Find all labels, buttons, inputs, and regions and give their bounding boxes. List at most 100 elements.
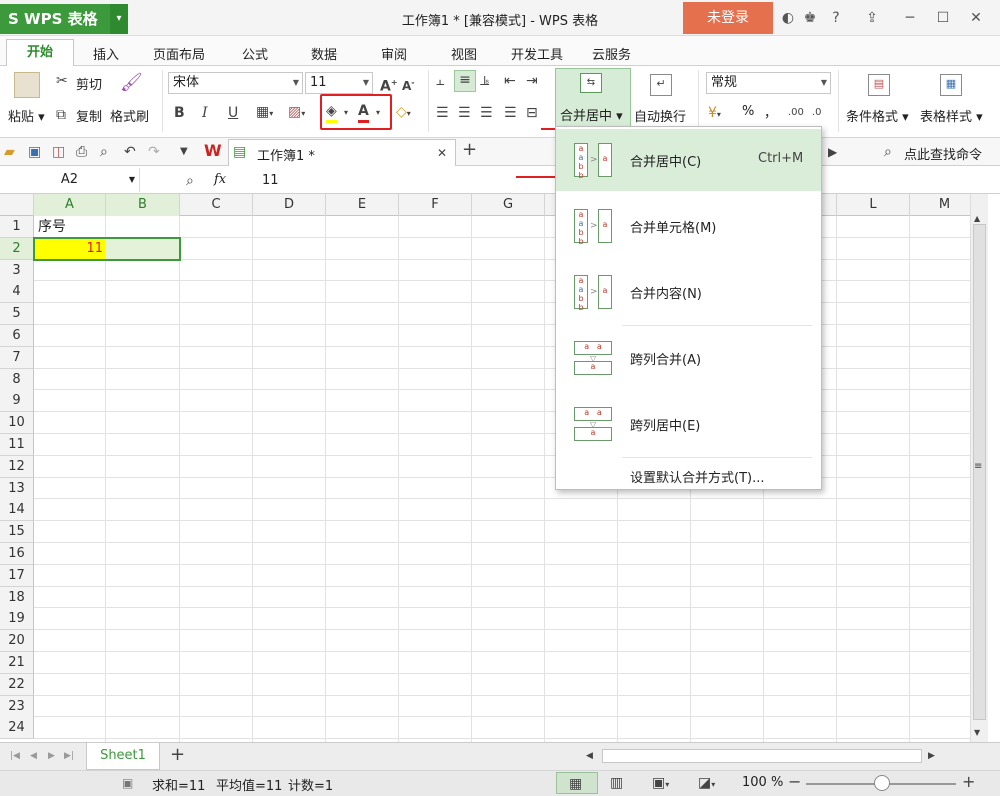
indent-increase-icon[interactable]: ⇥ (526, 72, 538, 90)
currency-icon[interactable]: ¥▾ (708, 104, 721, 124)
fill-color-icon[interactable]: ◈ (326, 102, 337, 123)
normal-view-button[interactable]: ▦ (556, 772, 598, 794)
indent-decrease-icon[interactable]: ⇤ (504, 72, 516, 90)
horizontal-scrollbar[interactable] (602, 749, 922, 763)
redo-icon[interactable]: ↷ (148, 143, 160, 161)
column-header-d[interactable]: D (253, 194, 326, 216)
row-header-1[interactable]: 1 (0, 216, 34, 238)
first-sheet-icon[interactable]: |◀ (10, 747, 20, 765)
justify-icon[interactable]: ☰ (504, 104, 517, 122)
font-color-dropdown-icon[interactable]: ▾ (376, 104, 380, 122)
align-left-icon[interactable]: ☰ (436, 104, 449, 122)
tab-view[interactable]: 视图 (451, 44, 477, 63)
spreadsheet-grid[interactable] (0, 194, 970, 742)
print-preview-icon[interactable]: ⌕ (100, 143, 108, 161)
tab-developer[interactable]: 开发工具 (511, 44, 563, 63)
format-painter-button[interactable]: 格式刷 (110, 106, 149, 125)
column-header-f[interactable]: F (399, 194, 472, 216)
font-name-select[interactable]: 宋体 ▼ (168, 72, 303, 94)
wrap-text-button[interactable]: 自动换行 (634, 106, 686, 125)
row-header-19[interactable]: 19 (0, 608, 34, 631)
macro-icon[interactable]: ▣ (122, 774, 133, 792)
row-header-22[interactable]: 22 (0, 673, 34, 696)
name-box-dropdown-icon[interactable]: ▼ (129, 168, 135, 192)
menu-item-merge-cells[interactable]: a a b b > a 合并单元格(M) (556, 195, 821, 257)
increase-font-icon[interactable]: A+ (380, 74, 398, 96)
tab-formula[interactable]: 公式 (242, 44, 268, 63)
merge-center-button[interactable]: ⇆ 合并居中 ▾ (555, 68, 631, 128)
row-header-3[interactable]: 3 (0, 259, 34, 282)
increase-decimal-icon[interactable]: .00 (788, 104, 804, 122)
scroll-right-icon[interactable]: ▶ (928, 747, 935, 765)
paste-button[interactable]: 粘贴 ▾ (8, 106, 45, 125)
align-middle-icon[interactable]: ≡ (454, 70, 476, 92)
cell-a1[interactable]: 序号 (34, 216, 106, 238)
tab-review[interactable]: 审阅 (381, 44, 407, 63)
document-tab[interactable]: ▤ 工作簿1 * ✕ (228, 139, 456, 166)
menu-item-center-across[interactable]: a a ▽ a 跨列居中(E) (556, 393, 821, 455)
tab-insert[interactable]: 插入 (93, 44, 119, 63)
font-color-icon[interactable]: A (358, 102, 369, 123)
login-button[interactable]: 未登录 (683, 2, 773, 34)
table-style-button[interactable]: 表格样式 ▾ (920, 106, 983, 125)
clear-format-icon[interactable]: ◇▾ (396, 103, 411, 123)
number-format-select[interactable]: 常规 ▼ (706, 72, 831, 94)
row-header-2[interactable]: 2 (0, 237, 34, 260)
page-break-view-icon[interactable]: ▥ (610, 774, 623, 792)
column-header-b[interactable]: B (106, 194, 180, 216)
menu-item-merge-across[interactable]: a a ▽ a 跨列合并(A) (556, 327, 821, 389)
cut-button[interactable]: 剪切 (76, 74, 102, 93)
row-header-15[interactable]: 15 (0, 521, 34, 544)
wps-home-icon[interactable]: W (204, 142, 222, 160)
border-icon[interactable]: ▦▾ (256, 103, 273, 123)
tab-home[interactable]: 开始 (6, 39, 74, 66)
select-all-corner[interactable] (0, 194, 34, 216)
row-header-12[interactable]: 12 (0, 455, 34, 478)
customize-toolbar-icon[interactable]: ▼ (180, 143, 188, 161)
zoom-out-icon[interactable]: − (788, 773, 801, 791)
new-tab-icon[interactable]: + (462, 141, 477, 159)
save-icon[interactable]: ▣ (28, 143, 41, 161)
row-header-20[interactable]: 20 (0, 630, 34, 653)
align-top-icon[interactable]: ⫠ (436, 72, 444, 90)
zoom-in-icon[interactable]: + (962, 773, 975, 791)
toolbar-icon[interactable]: ▶ (828, 143, 837, 161)
menu-item-default-merge[interactable]: 设置默认合并方式(T)... (630, 467, 764, 486)
sheet-tab-sheet1[interactable]: Sheet1 (86, 743, 160, 770)
scroll-down-icon[interactable]: ▼ (974, 724, 980, 742)
command-search[interactable]: 点此查找命令 (904, 144, 982, 163)
font-size-select[interactable]: 11 ▼ (305, 72, 373, 94)
undo-icon[interactable]: ↶ (124, 143, 136, 161)
print-icon[interactable]: ⎙ (76, 143, 87, 161)
tab-data[interactable]: 数据 (311, 44, 337, 63)
comma-button[interactable]: ， (764, 102, 777, 121)
percent-button[interactable]: % (742, 104, 754, 119)
next-sheet-icon[interactable]: ▶ (48, 747, 55, 765)
row-header-23[interactable]: 23 (0, 695, 34, 718)
close-icon[interactable]: ✕ (966, 8, 986, 28)
distribute-icon[interactable]: ⊟ (526, 104, 538, 122)
maximize-icon[interactable]: ☐ (933, 8, 953, 28)
minimize-icon[interactable]: ─ (900, 8, 920, 28)
open-folder-icon[interactable]: ▰ (4, 143, 15, 161)
skin-icon[interactable]: ◐ (778, 8, 798, 28)
row-header-13[interactable]: 13 (0, 477, 34, 500)
row-header-14[interactable]: 14 (0, 499, 34, 522)
add-sheet-icon[interactable]: + (170, 746, 185, 764)
column-header-l[interactable]: L (837, 194, 910, 216)
zoom-formula-icon[interactable]: ⌕ (186, 172, 194, 190)
tab-page-layout[interactable]: 页面布局 (153, 44, 205, 63)
reading-mode-icon[interactable]: ◪▾ (698, 774, 715, 794)
row-header-11[interactable]: 11 (0, 434, 34, 456)
zoom-level[interactable]: 100 % (742, 775, 783, 790)
fill-color-dropdown-icon[interactable]: ▾ (344, 104, 348, 122)
row-header-8[interactable]: 8 (0, 368, 34, 391)
column-header-c[interactable]: C (180, 194, 253, 216)
column-header-a[interactable]: A (34, 194, 106, 216)
decrease-decimal-icon[interactable]: .0 (812, 104, 822, 122)
last-sheet-icon[interactable]: ▶| (64, 747, 74, 765)
decrease-font-icon[interactable]: A- (402, 74, 415, 95)
scroll-left-icon[interactable]: ◀ (586, 747, 593, 765)
row-header-18[interactable]: 18 (0, 586, 34, 609)
row-header-7[interactable]: 7 (0, 346, 34, 369)
